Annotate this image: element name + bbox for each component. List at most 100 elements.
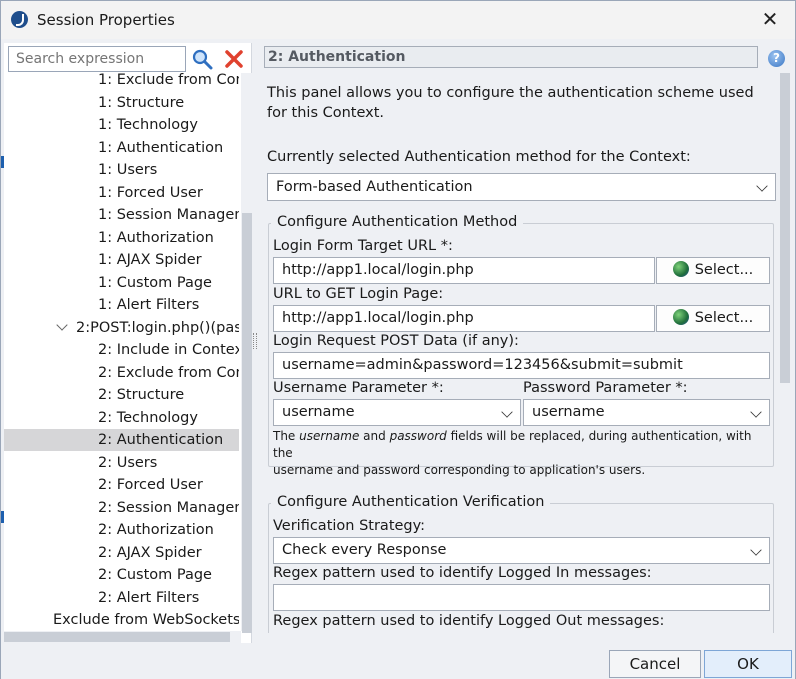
tree-item-label: 2: Technology xyxy=(98,409,198,426)
tree-item-label: 1: Authorization xyxy=(98,229,214,246)
chevron-down-icon xyxy=(756,180,768,192)
tree-item[interactable]: 1: Custom Page xyxy=(4,272,239,294)
panel-splitter[interactable] xyxy=(252,43,258,643)
login-url-field[interactable]: http://app1.local/login.php xyxy=(273,257,655,284)
tree-item-label: 1: Session Manageme xyxy=(98,207,239,223)
authentication-method-select[interactable]: Form-based Authentication xyxy=(267,173,776,201)
tree-item-label: 2: Alert Filters xyxy=(98,589,200,606)
password-parameter-label: Password Parameter *: xyxy=(523,380,688,396)
parameter-note: The username and password fields will be… xyxy=(273,429,752,477)
verification-strategy-label: Verification Strategy: xyxy=(273,518,426,534)
app-logo-icon xyxy=(11,11,28,28)
select-button-label: Select... xyxy=(694,310,754,326)
verification-strategy-value: Check every Response xyxy=(282,542,447,558)
select-button-label: Select... xyxy=(694,262,754,278)
tree-item-label: 2: Custom Page xyxy=(98,567,212,583)
tree-item[interactable]: 2: Alert Filters xyxy=(4,587,239,609)
tree-item-label: 1: Alert Filters xyxy=(98,297,200,313)
tree-item-label: 1: Forced User xyxy=(98,184,203,201)
tree-item[interactable]: 1: Technology xyxy=(4,114,239,136)
clear-search-icon[interactable] xyxy=(223,48,245,70)
select-get-url-button[interactable]: Select... xyxy=(656,305,770,332)
tree-item-label: 2: Users xyxy=(98,454,158,471)
tree-item-label: 2: Include in Context xyxy=(98,342,239,358)
login-url-label: Login Form Target URL *: xyxy=(273,238,453,254)
globe-icon xyxy=(672,309,689,325)
tree-item-label: 2: Session Manageme xyxy=(98,499,239,516)
logged-in-regex-label: Regex pattern used to identify Logged In… xyxy=(273,565,652,581)
post-data-label: Login Request POST Data (if any): xyxy=(273,333,519,349)
tree-item[interactable]: 1: Authorization xyxy=(4,227,239,249)
tree-item[interactable]: 2: Exclude from Conte xyxy=(4,362,239,384)
tree-item[interactable]: 2: Users xyxy=(4,452,239,474)
tree-item-label: 2: Authentication xyxy=(98,432,224,448)
window-edge-marker xyxy=(1,511,4,523)
sidebar: 1: Exclude from Conte 1: Structure 1: Tech… xyxy=(4,43,253,643)
tree-item-label: 2:POST:login.php()(pass xyxy=(76,319,239,336)
chevron-down-icon xyxy=(750,544,762,556)
password-parameter-select[interactable]: username xyxy=(523,399,770,426)
tree-item[interactable]: 2: Forced User xyxy=(4,474,239,496)
help-icon[interactable]: ? xyxy=(768,50,785,67)
tree-item[interactable]: 1: Exclude from Conte xyxy=(4,71,239,91)
panel-title: 2: Authentication xyxy=(264,46,758,68)
globe-icon xyxy=(672,261,689,277)
tree-item-label: 2: Forced User xyxy=(98,477,203,493)
get-url-field[interactable]: http://app1.local/login.php xyxy=(273,305,655,332)
tree-item[interactable]: 1: Users xyxy=(4,159,239,181)
chevron-down-icon xyxy=(750,406,762,418)
verification-strategy-select[interactable]: Check every Response xyxy=(273,537,770,564)
tree-item[interactable]: 2: Custom Page xyxy=(4,564,239,586)
ok-button[interactable]: OK xyxy=(704,650,792,678)
panel-vertical-scrollbar[interactable] xyxy=(779,73,791,633)
tree-item[interactable]: 2: Include in Context xyxy=(4,339,239,361)
tree-item[interactable]: 1: Structure xyxy=(4,92,239,114)
tree-item[interactable]: 2: Structure xyxy=(4,384,239,406)
authentication-method-value: Form-based Authentication xyxy=(276,179,473,195)
tree-horizontal-scrollbar[interactable] xyxy=(4,631,241,643)
tree-item-label: Exclude from WebSockets xyxy=(53,612,239,628)
tree-item[interactable]: 1: Forced User xyxy=(4,182,239,204)
tree-item-label: 1: AJAX Spider xyxy=(98,252,202,268)
close-icon[interactable]: ✕ xyxy=(759,7,781,31)
tree-item-label: 2: Structure xyxy=(98,387,185,403)
tree-item-label: 1: Technology xyxy=(98,117,198,133)
logged-in-regex-field[interactable] xyxy=(273,584,770,611)
tree-item[interactable]: 2: Technology xyxy=(4,407,239,429)
username-parameter-label: Username Parameter *: xyxy=(273,380,444,396)
tree-item[interactable]: Exclude from WebSockets xyxy=(4,609,239,631)
tree-item-label: 2: Authorization xyxy=(98,522,214,538)
tree-item[interactable]: 2: Authorization xyxy=(4,519,239,541)
search-input[interactable] xyxy=(8,46,186,72)
chevron-down-icon[interactable] xyxy=(56,318,68,331)
panel-description: This panel allows you to configure the a… xyxy=(267,85,754,121)
tree-item[interactable]: 1: AJAX Spider xyxy=(4,249,239,271)
tree-item[interactable]: 1: Alert Filters xyxy=(4,294,239,316)
dialog-button-bar: Cancel OK xyxy=(1,646,795,679)
tree-item[interactable]: 1: Authentication xyxy=(4,137,239,159)
tree-item-label: 1: Authentication xyxy=(98,139,224,156)
select-login-url-button[interactable]: Select... xyxy=(656,257,770,284)
configure-method-legend: Configure Authentication Method xyxy=(271,214,524,230)
title-bar: Session Properties ✕ xyxy=(1,1,795,39)
get-url-label: URL to GET Login Page: xyxy=(273,286,444,302)
tree-item[interactable]: 2: AJAX Spider xyxy=(4,542,239,564)
tree-item-selected[interactable]: 2: Authentication xyxy=(4,429,239,451)
tree-item-label: 1: Users xyxy=(98,162,158,178)
session-properties-dialog: Session Properties ✕ 1: Exclude from Con… xyxy=(0,0,796,679)
password-parameter-value: username xyxy=(532,404,605,420)
cancel-button[interactable]: Cancel xyxy=(609,650,701,678)
tree-item-label: 1: Custom Page xyxy=(98,274,212,291)
tree-item[interactable]: 2:POST:login.php()(pass xyxy=(4,317,239,339)
username-parameter-select[interactable]: username xyxy=(273,399,521,426)
tree-item[interactable]: 1: Session Manageme xyxy=(4,204,239,226)
window-title: Session Properties xyxy=(37,11,175,29)
search-icon[interactable] xyxy=(191,48,213,70)
method-label: Currently selected Authentication method… xyxy=(267,149,691,165)
authentication-panel: This panel allows you to configure the a… xyxy=(264,73,777,633)
window-edge-marker xyxy=(1,156,4,168)
tree-item-label: 1: Structure xyxy=(98,94,185,111)
post-data-field[interactable]: username=admin&password=123456&submit=su… xyxy=(273,352,770,379)
tree-item-label: 2: Exclude from Conte xyxy=(98,364,239,381)
tree-item[interactable]: 2: Session Manageme xyxy=(4,497,239,519)
